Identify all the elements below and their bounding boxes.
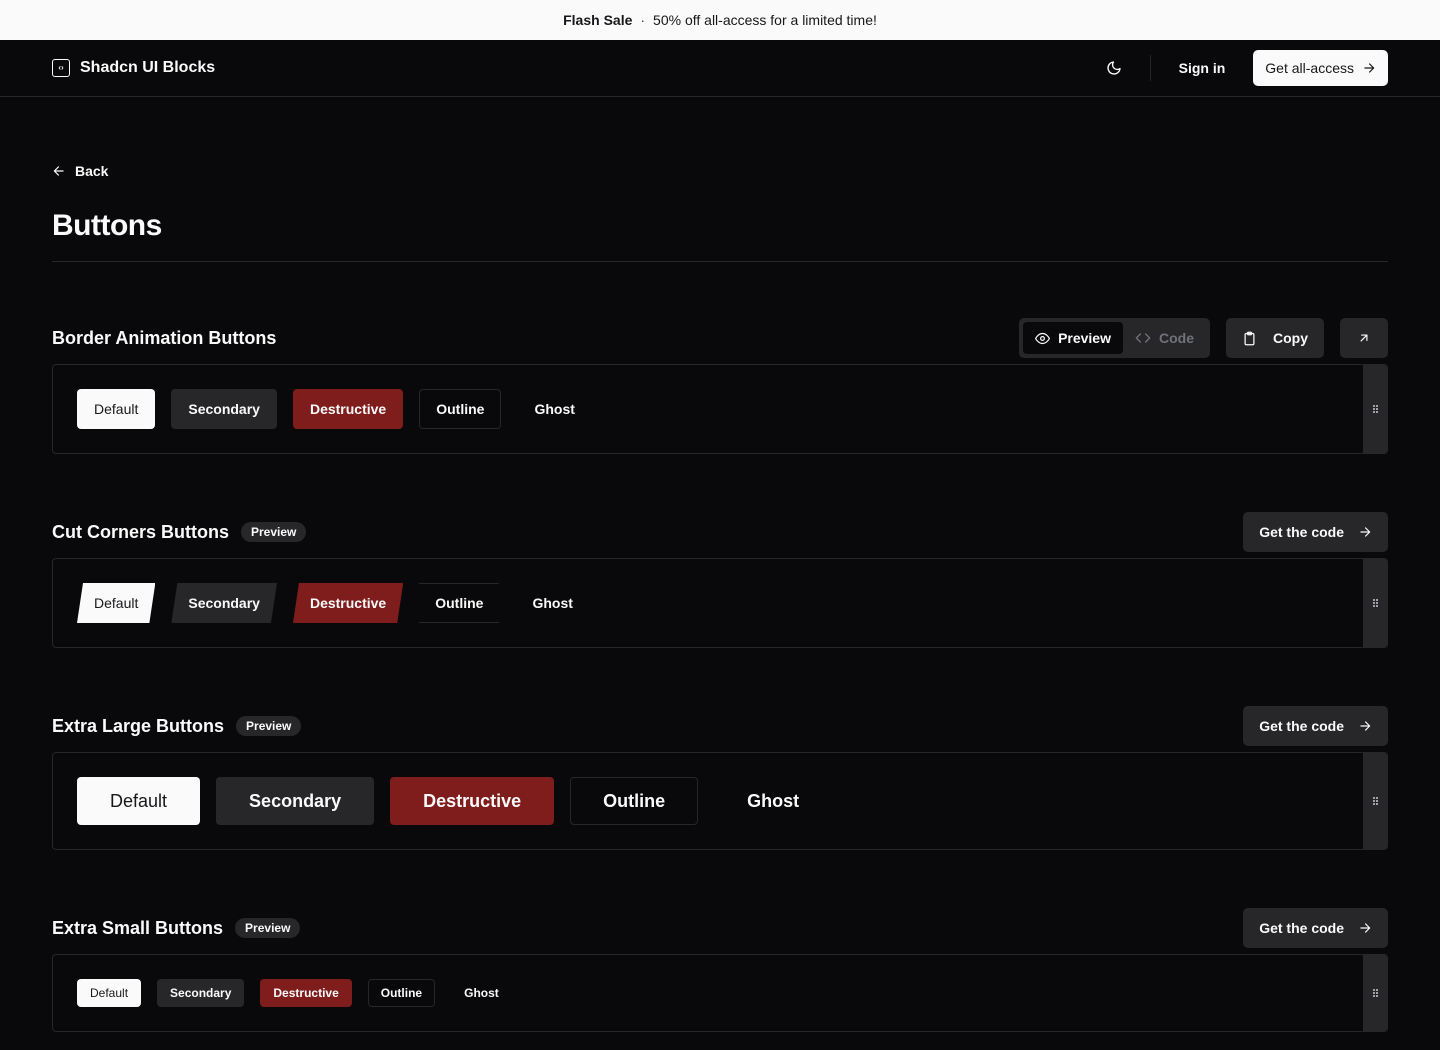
resize-handle[interactable]: [1363, 955, 1387, 1031]
title-divider: [52, 261, 1388, 262]
section-cut-corners: Cut Corners Buttons Preview Get the code…: [52, 512, 1388, 648]
clipboard-icon: [1244, 331, 1255, 345]
destructive-button[interactable]: Destructive: [292, 389, 404, 429]
arrow-up-right-icon: [1360, 334, 1368, 342]
page-title: Buttons: [52, 209, 162, 242]
get-all-access-button[interactable]: Get all-access: [1253, 50, 1388, 86]
outline-button[interactable]: Outline: [419, 583, 499, 623]
secondary-button[interactable]: Secondary: [216, 777, 375, 825]
get-the-code-label: Get the code: [1259, 718, 1344, 734]
nav-divider: [1149, 55, 1151, 81]
back-label: Back: [75, 163, 109, 179]
preview-badge: Preview: [236, 716, 302, 736]
secondary-button[interactable]: Secondary: [171, 583, 277, 623]
grip-vertical-icon: [1372, 405, 1378, 413]
section-title: Cut Corners Buttons: [52, 521, 229, 542]
back-link[interactable]: Back: [52, 163, 108, 179]
resize-handle[interactable]: [1363, 753, 1387, 849]
outline-button[interactable]: Outline: [570, 777, 699, 825]
resize-handle[interactable]: [1363, 365, 1387, 453]
announcement-banner: Flash Sale · 50% off all-access for a li…: [0, 0, 1440, 40]
get-the-code-label: Get the code: [1259, 920, 1344, 936]
section-title: Extra Small Buttons: [52, 917, 224, 938]
ghost-button[interactable]: Ghost: [517, 389, 591, 429]
preview-badge: Preview: [235, 918, 301, 938]
banner-title: Flash Sale: [563, 12, 633, 28]
code-tab[interactable]: Code: [1123, 322, 1206, 354]
copy-button[interactable]: Copy: [1226, 318, 1324, 358]
preview-tab-label: Preview: [1058, 330, 1111, 346]
section-extra-large: Extra Large Buttons Preview Get the code…: [52, 706, 1388, 850]
theme-toggle-button[interactable]: [1096, 50, 1132, 86]
code-tab-label: Code: [1159, 330, 1194, 346]
arrow-right-icon: [1360, 721, 1371, 731]
destructive-button[interactable]: Destructive: [293, 583, 403, 623]
outline-button[interactable]: Outline: [367, 979, 436, 1007]
copy-label: Copy: [1273, 330, 1308, 346]
banner-separator: ·: [640, 12, 646, 28]
destructive-button[interactable]: Destructive: [260, 979, 352, 1007]
arrow-right-icon: [1360, 923, 1371, 933]
arrow-left-icon: [53, 166, 64, 176]
default-button[interactable]: Default: [77, 979, 142, 1007]
get-all-access-label: Get all-access: [1265, 60, 1354, 76]
grip-vertical-icon: [1372, 599, 1378, 607]
default-button[interactable]: Default: [77, 777, 201, 825]
code-icon: [1135, 333, 1151, 343]
get-the-code-button[interactable]: Get the code: [1243, 908, 1388, 948]
brand-link[interactable]: ‹› Shadcn UI Blocks: [52, 59, 215, 77]
default-button[interactable]: Default: [77, 389, 156, 429]
secondary-button[interactable]: Secondary: [171, 389, 277, 429]
code-square-icon: ‹›: [52, 59, 70, 77]
preview-panel: Default Secondary Destructive Outline Gh…: [52, 752, 1388, 850]
preview-badge: Preview: [241, 522, 307, 542]
grip-vertical-icon: [1372, 797, 1378, 805]
preview-tab[interactable]: Preview: [1023, 322, 1123, 354]
section-extra-small: Extra Small Buttons Preview Get the code…: [52, 908, 1388, 1032]
grip-vertical-icon: [1372, 989, 1378, 997]
get-the-code-label: Get the code: [1259, 524, 1344, 540]
ghost-button[interactable]: Ghost: [714, 777, 832, 825]
section-title: Border Animation Buttons: [52, 327, 277, 348]
arrow-right-icon: [1360, 527, 1371, 537]
secondary-button[interactable]: Secondary: [157, 979, 245, 1007]
get-the-code-button[interactable]: Get the code: [1243, 706, 1388, 746]
default-button[interactable]: Default: [77, 583, 155, 623]
banner-text: 50% off all-access for a limited time!: [653, 12, 877, 28]
brand-name: Shadcn UI Blocks: [80, 59, 216, 76]
outline-button[interactable]: Outline: [419, 389, 502, 429]
preview-panel: Default Secondary Destructive Outline Gh…: [52, 558, 1388, 648]
ghost-button[interactable]: Ghost: [451, 979, 512, 1007]
section-border-animation: Border Animation Buttons Preview Code Co…: [52, 318, 1388, 454]
arrow-right-icon: [1364, 63, 1375, 73]
sign-in-link[interactable]: Sign in: [1179, 60, 1226, 76]
resize-handle[interactable]: [1363, 559, 1387, 647]
top-nav: ‹› Shadcn UI Blocks Sign in Get all-acce…: [0, 40, 1440, 97]
view-toggle: Preview Code: [1019, 318, 1210, 358]
open-external-button[interactable]: [1340, 318, 1388, 358]
preview-panel: Default Secondary Destructive Outline Gh…: [52, 954, 1388, 1032]
eye-icon: [1035, 332, 1051, 344]
moon-icon: [1107, 61, 1121, 75]
get-the-code-button[interactable]: Get the code: [1243, 512, 1388, 552]
section-title: Extra Large Buttons: [52, 715, 225, 736]
ghost-button[interactable]: Ghost: [515, 583, 589, 623]
preview-panel: Default Secondary Destructive Outline Gh…: [52, 364, 1388, 454]
destructive-button[interactable]: Destructive: [390, 777, 555, 825]
